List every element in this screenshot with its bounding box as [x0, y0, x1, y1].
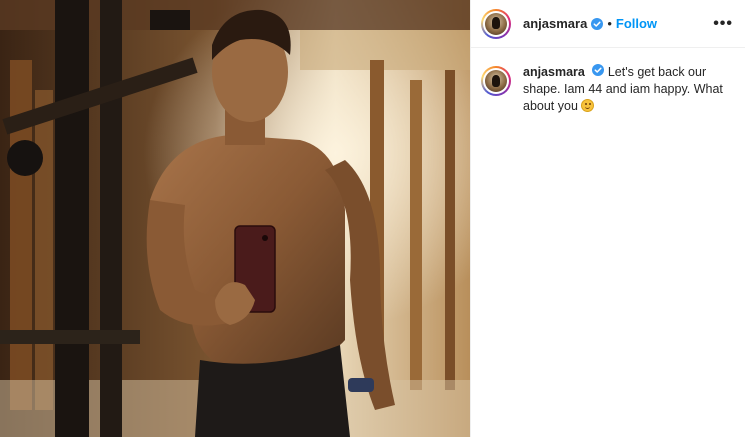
post-side-panel: anjasmara • Follow ••• anjasmara Let's g…: [470, 0, 745, 437]
profile-picture: [485, 12, 507, 35]
smiling-face-emoji-icon: [581, 99, 595, 112]
more-options-icon[interactable]: •••: [713, 15, 733, 32]
caption-avatar[interactable]: [481, 66, 511, 96]
post-header: anjasmara • Follow •••: [471, 0, 745, 48]
caption-verified-badge-icon: [592, 64, 605, 76]
header-avatar[interactable]: [481, 8, 511, 39]
header-separator-dot: •: [607, 16, 612, 31]
post-caption: anjasmara Let's get back our shape. Iam …: [471, 48, 745, 115]
header-username[interactable]: anjasmara: [523, 16, 587, 31]
caption-profile-picture: [485, 70, 507, 92]
gym-selfie-image: [0, 0, 470, 437]
post-photo[interactable]: [0, 0, 470, 437]
follow-button[interactable]: Follow: [616, 16, 657, 31]
verified-badge-icon: [591, 17, 604, 30]
caption-body: anjasmara Let's get back our shape. Iam …: [523, 64, 733, 115]
instagram-post: anjasmara • Follow ••• anjasmara Let's g…: [0, 0, 745, 437]
caption-username[interactable]: anjasmara: [523, 65, 585, 79]
